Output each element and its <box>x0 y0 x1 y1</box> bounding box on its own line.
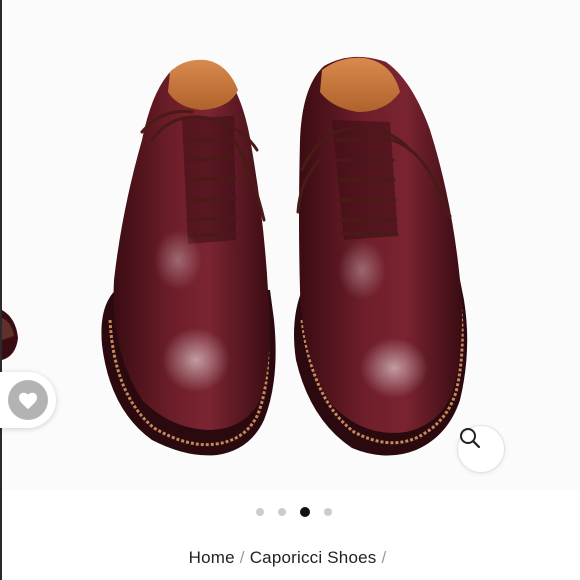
breadcrumb-home[interactable]: Home <box>189 548 235 567</box>
pagination-dot-3-active[interactable] <box>300 507 310 517</box>
product-image <box>2 56 468 456</box>
pagination-dot-2[interactable] <box>278 508 286 516</box>
breadcrumb: Home / Caporicci Shoes / <box>0 548 580 568</box>
breadcrumb-category[interactable]: Caporicci Shoes <box>250 548 377 567</box>
wishlist-circle <box>8 380 48 420</box>
search-icon <box>460 428 481 449</box>
pagination-dot-1[interactable] <box>256 508 264 516</box>
breadcrumb-separator: / <box>381 548 387 567</box>
breadcrumb-separator: / <box>239 548 245 567</box>
pagination-dot-4[interactable] <box>324 508 332 516</box>
product-image-gallery[interactable] <box>2 0 580 490</box>
wishlist-button[interactable] <box>0 372 56 428</box>
heart-icon <box>18 392 38 410</box>
product-page: Home / Caporicci Shoes / <box>0 0 580 580</box>
zoom-button[interactable] <box>457 425 505 473</box>
gallery-pagination <box>0 504 580 520</box>
